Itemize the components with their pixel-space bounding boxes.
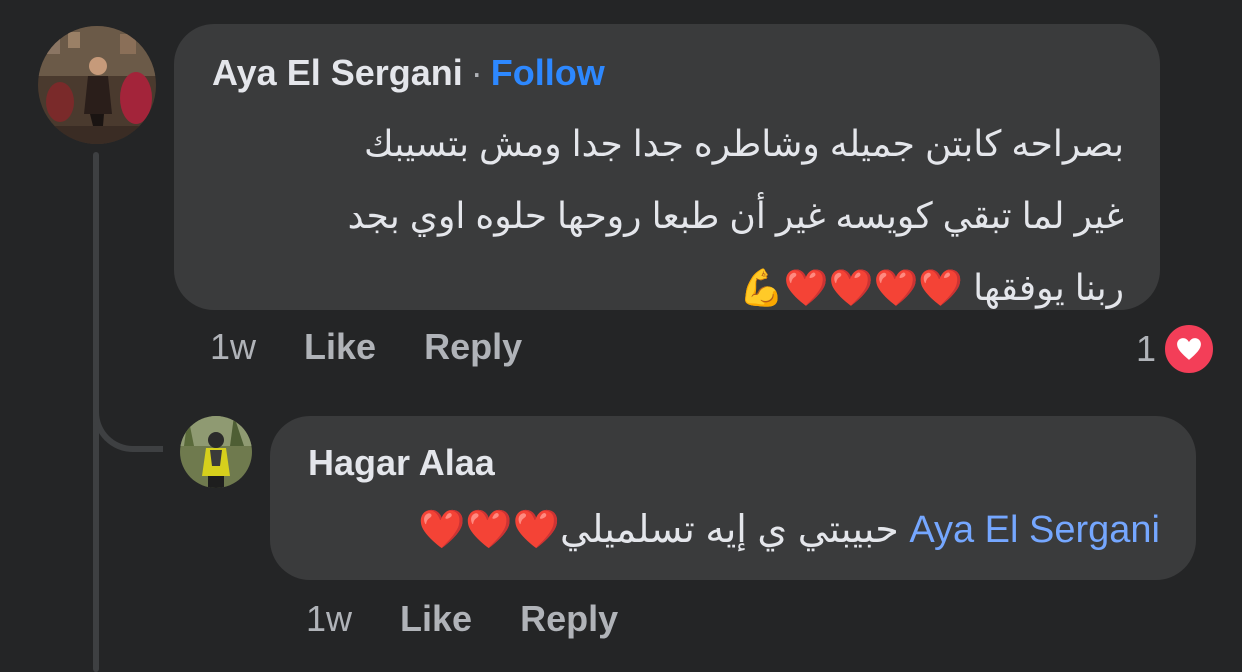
comment-text-line: غير لما تبقي كويسه غير أن طبعا روحها حلو… (347, 195, 1124, 236)
comment-text-line: ربنا يوفقها ❤️❤️❤️❤️💪 (739, 267, 1124, 308)
follow-button[interactable]: Follow (491, 52, 605, 93)
reply-button[interactable]: Reply (520, 598, 618, 640)
separator-dot: · (470, 52, 483, 93)
like-button[interactable]: Like (400, 598, 472, 640)
reply-author-name[interactable]: Hagar Alaa (308, 442, 495, 483)
comment-header: Aya El Sergani · Follow (212, 52, 605, 94)
comment-bubble: Aya El Sergani · Follow بصراحه كابتن جميله… (174, 24, 1160, 310)
avatar[interactable] (180, 416, 252, 488)
reply-text: Aya El Sergani حبيبتي ي إيه تسلميلي❤️❤️❤… (306, 502, 1160, 558)
profile-photo (38, 26, 156, 144)
reply-timestamp[interactable]: 1w (306, 598, 352, 640)
thread-connector (93, 360, 163, 452)
comment-timestamp[interactable]: 1w (210, 326, 256, 368)
comment-text: بصراحه كابتن جميله وشاطره جدا جدا ومش بت… (212, 108, 1124, 324)
reply-button[interactable]: Reply (424, 326, 522, 368)
comment-author-name[interactable]: Aya El Sergani (212, 52, 463, 93)
avatar[interactable] (38, 26, 156, 144)
reply-actions: 1w Like Reply (306, 598, 666, 640)
profile-photo (180, 416, 252, 488)
reaction-count: 1 (1136, 328, 1157, 369)
reply-bubble: Hagar Alaa Aya El Sergani حبيبتي ي إيه ت… (270, 416, 1196, 580)
comment-text-line: بصراحه كابتن جميله وشاطره جدا جدا ومش بت… (363, 123, 1124, 164)
reply-header: Hagar Alaa (308, 442, 495, 484)
reaction-summary[interactable]: 1 (1136, 322, 1217, 376)
reply-message: حبيبتي ي إيه تسلميلي❤️❤️❤️ (418, 509, 899, 551)
like-button[interactable]: Like (304, 326, 376, 368)
heart-icon (1162, 322, 1217, 376)
mention-link[interactable]: Aya El Sergani (909, 509, 1160, 551)
comment-actions: 1w Like Reply (210, 326, 570, 368)
